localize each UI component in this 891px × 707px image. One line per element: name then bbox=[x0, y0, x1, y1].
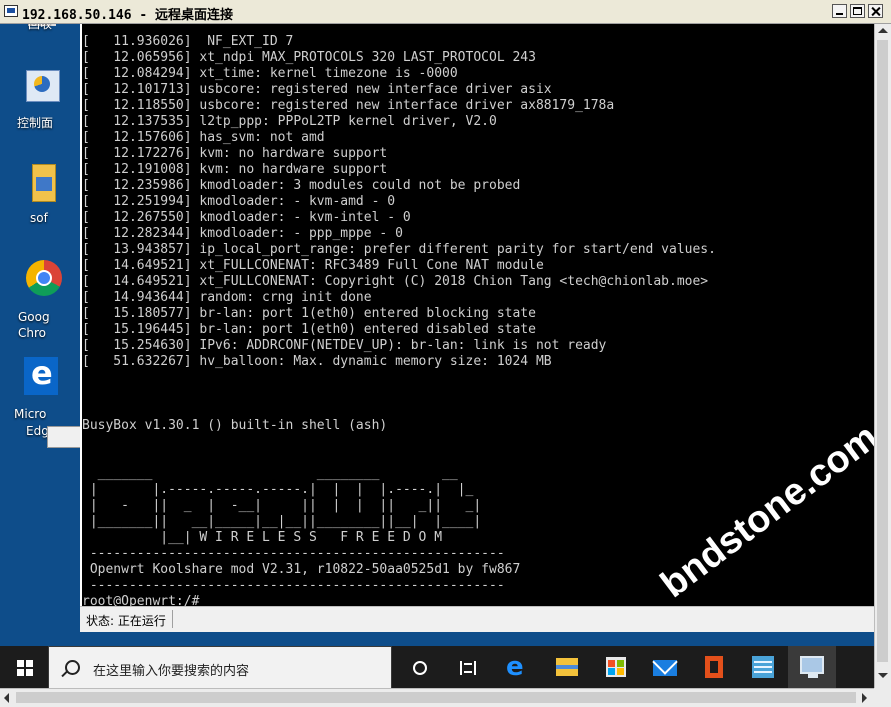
terminal-line: [ 12.118550] usbcore: registered new int… bbox=[82, 98, 615, 113]
terminal-line: | - || _ | -__| || | | || _|| _| bbox=[82, 498, 482, 513]
chrome-icon bbox=[26, 260, 62, 296]
close-button[interactable] bbox=[868, 4, 883, 18]
terminal-line: [ 15.180577] br-lan: port 1(eth0) entere… bbox=[82, 306, 536, 321]
terminal-output: [ 11.936026] NF_EXT_ID 7[ 12.065956] xt_… bbox=[82, 34, 716, 606]
horizontal-scroll-thumb[interactable] bbox=[16, 692, 856, 703]
terminal-line: [ 14.943644] random: crng init done bbox=[82, 290, 372, 305]
terminal-line: [ 12.267550] kmodloader: - kvm-intel - 0 bbox=[82, 210, 411, 225]
desktop-icon-label: Chro bbox=[18, 326, 46, 340]
vertical-scroll-thumb[interactable] bbox=[877, 40, 888, 662]
mail-icon bbox=[653, 660, 677, 676]
terminal-line: |__| W I R E L E S S F R E E D O M bbox=[82, 530, 443, 545]
edge-icon: e bbox=[506, 652, 524, 682]
horizontal-scrollbar[interactable] bbox=[0, 688, 874, 707]
scroll-left-icon[interactable] bbox=[4, 693, 9, 703]
timeline-button[interactable] bbox=[444, 646, 492, 688]
terminal-line: [ 12.101713] usbcore: registered new int… bbox=[82, 82, 552, 97]
terminal-line: | |.-----.-----.-----.| | | |.----.| |_ bbox=[82, 482, 474, 497]
search-icon bbox=[65, 660, 80, 675]
start-button[interactable] bbox=[0, 646, 48, 688]
store-icon bbox=[606, 657, 626, 677]
terminal-line: [ 12.065956] xt_ndpi MAX_PROTOCOLS 320 L… bbox=[82, 50, 536, 65]
task-view-button[interactable] bbox=[396, 646, 444, 688]
terminal-line: |_______|| __|_____|__|__||________||__|… bbox=[82, 514, 482, 529]
terminal-line: [ 12.282344] kmodloader: - ppp_mppe - 0 bbox=[82, 226, 403, 241]
scroll-up-icon[interactable] bbox=[878, 28, 888, 33]
terminal-line: [ 14.649521] xt_FULLCONENAT: Copyright (… bbox=[82, 274, 709, 289]
terminal-line: ----------------------------------------… bbox=[82, 546, 505, 561]
terminal-line: [ 12.235986] kmodloader: 3 modules could… bbox=[82, 178, 521, 193]
edge-icon bbox=[24, 354, 58, 395]
desktop-icon-label: Goog bbox=[18, 310, 50, 324]
status-text: 状态: 正在运行 bbox=[86, 614, 166, 628]
terminal-line: _______ ________ __ bbox=[82, 466, 458, 481]
terminal-line: [ 51.632267] hv_balloon: Max. dynamic me… bbox=[82, 354, 552, 369]
windows-logo-icon bbox=[17, 660, 33, 676]
scroll-right-icon[interactable] bbox=[862, 693, 867, 703]
terminal-line: Openwrt Koolshare mod V2.31, r10822-50aa… bbox=[82, 562, 521, 577]
remote-desktop-area: 回收 控制面 sof Goog Chro Micro Edg [ 11.9360… bbox=[0, 24, 874, 688]
terminal-line: [ 12.084294] xt_time: kernel timezone is… bbox=[82, 66, 458, 81]
vertical-scrollbar[interactable] bbox=[874, 24, 891, 688]
taskbar-store[interactable] bbox=[592, 646, 640, 688]
terminal-line: [ 12.157606] has_svm: not amd bbox=[82, 130, 325, 145]
terminal-line: [ 12.251994] kmodloader: - kvm-amd - 0 bbox=[82, 194, 396, 209]
background-window-fragment bbox=[47, 426, 83, 448]
control-panel-icon bbox=[26, 70, 60, 102]
status-bar: 状态: 正在运行 bbox=[80, 606, 874, 632]
terminal-line: [ 11.936026] NF_EXT_ID 7 bbox=[82, 34, 294, 49]
window-titlebar[interactable]: 192.168.50.146 - 远程桌面连接 bbox=[0, 0, 891, 24]
terminal-line: [ 15.254630] IPv6: ADDRCONF(NETDEV_UP): … bbox=[82, 338, 607, 353]
terminal-line: root@Openwrt:/# bbox=[82, 594, 200, 606]
taskbar-file-explorer[interactable] bbox=[543, 646, 591, 688]
terminal-line: ----------------------------------------… bbox=[82, 578, 505, 593]
minimize-button[interactable] bbox=[832, 4, 847, 18]
terminal-line: BusyBox v1.30.1 () built-in shell (ash) bbox=[82, 418, 388, 433]
file-explorer-icon bbox=[556, 658, 578, 676]
desktop-icon-label: 控制面 bbox=[17, 116, 54, 130]
window-title: 192.168.50.146 - 远程桌面连接 bbox=[22, 8, 234, 23]
office-icon bbox=[705, 656, 723, 678]
desktop-icon-label: 回收 bbox=[28, 24, 53, 31]
taskbar-office[interactable] bbox=[690, 646, 738, 688]
status-separator bbox=[172, 610, 173, 628]
terminal-line: [ 14.649521] xt_FULLCONENAT: RFC3489 Ful… bbox=[82, 258, 544, 273]
taskbar-server-manager[interactable] bbox=[739, 646, 787, 688]
search-placeholder: 在这里输入你要搜索的内容 bbox=[93, 664, 250, 679]
remote-desktop-icon bbox=[800, 656, 824, 678]
folder-icon bbox=[32, 164, 56, 202]
terminal-line: [ 13.943857] ip_local_port_range: prefer… bbox=[82, 242, 716, 257]
remote-desktop-app-icon bbox=[4, 5, 18, 17]
desktop-icon-label: Edg bbox=[26, 424, 49, 438]
desktop-icon-label: sof bbox=[30, 211, 48, 225]
cortana-circle-icon bbox=[413, 661, 427, 675]
terminal-line: [ 12.191008] kvm: no hardware support bbox=[82, 162, 388, 177]
terminal-line: [ 15.196445] br-lan: port 1(eth0) entere… bbox=[82, 322, 536, 337]
taskbar-search-box[interactable]: 在这里输入你要搜索的内容 bbox=[48, 646, 392, 688]
task-view-icon bbox=[460, 661, 476, 675]
scroll-down-icon[interactable] bbox=[878, 673, 888, 678]
taskbar-edge[interactable]: e bbox=[494, 646, 542, 688]
terminal-line: [ 12.172276] kvm: no hardware support bbox=[82, 146, 388, 161]
scrollbar-corner bbox=[874, 688, 891, 707]
terminal-line: [ 12.137535] l2tp_ppp: PPPoL2TP kernel d… bbox=[82, 114, 497, 129]
taskbar: 在这里输入你要搜索的内容 e bbox=[0, 646, 874, 688]
server-manager-icon bbox=[752, 656, 774, 678]
taskbar-remote-desktop[interactable] bbox=[788, 646, 836, 688]
taskbar-mail[interactable] bbox=[641, 646, 689, 688]
maximize-button[interactable] bbox=[850, 4, 865, 18]
desktop-icon-label: Micro bbox=[14, 407, 47, 421]
